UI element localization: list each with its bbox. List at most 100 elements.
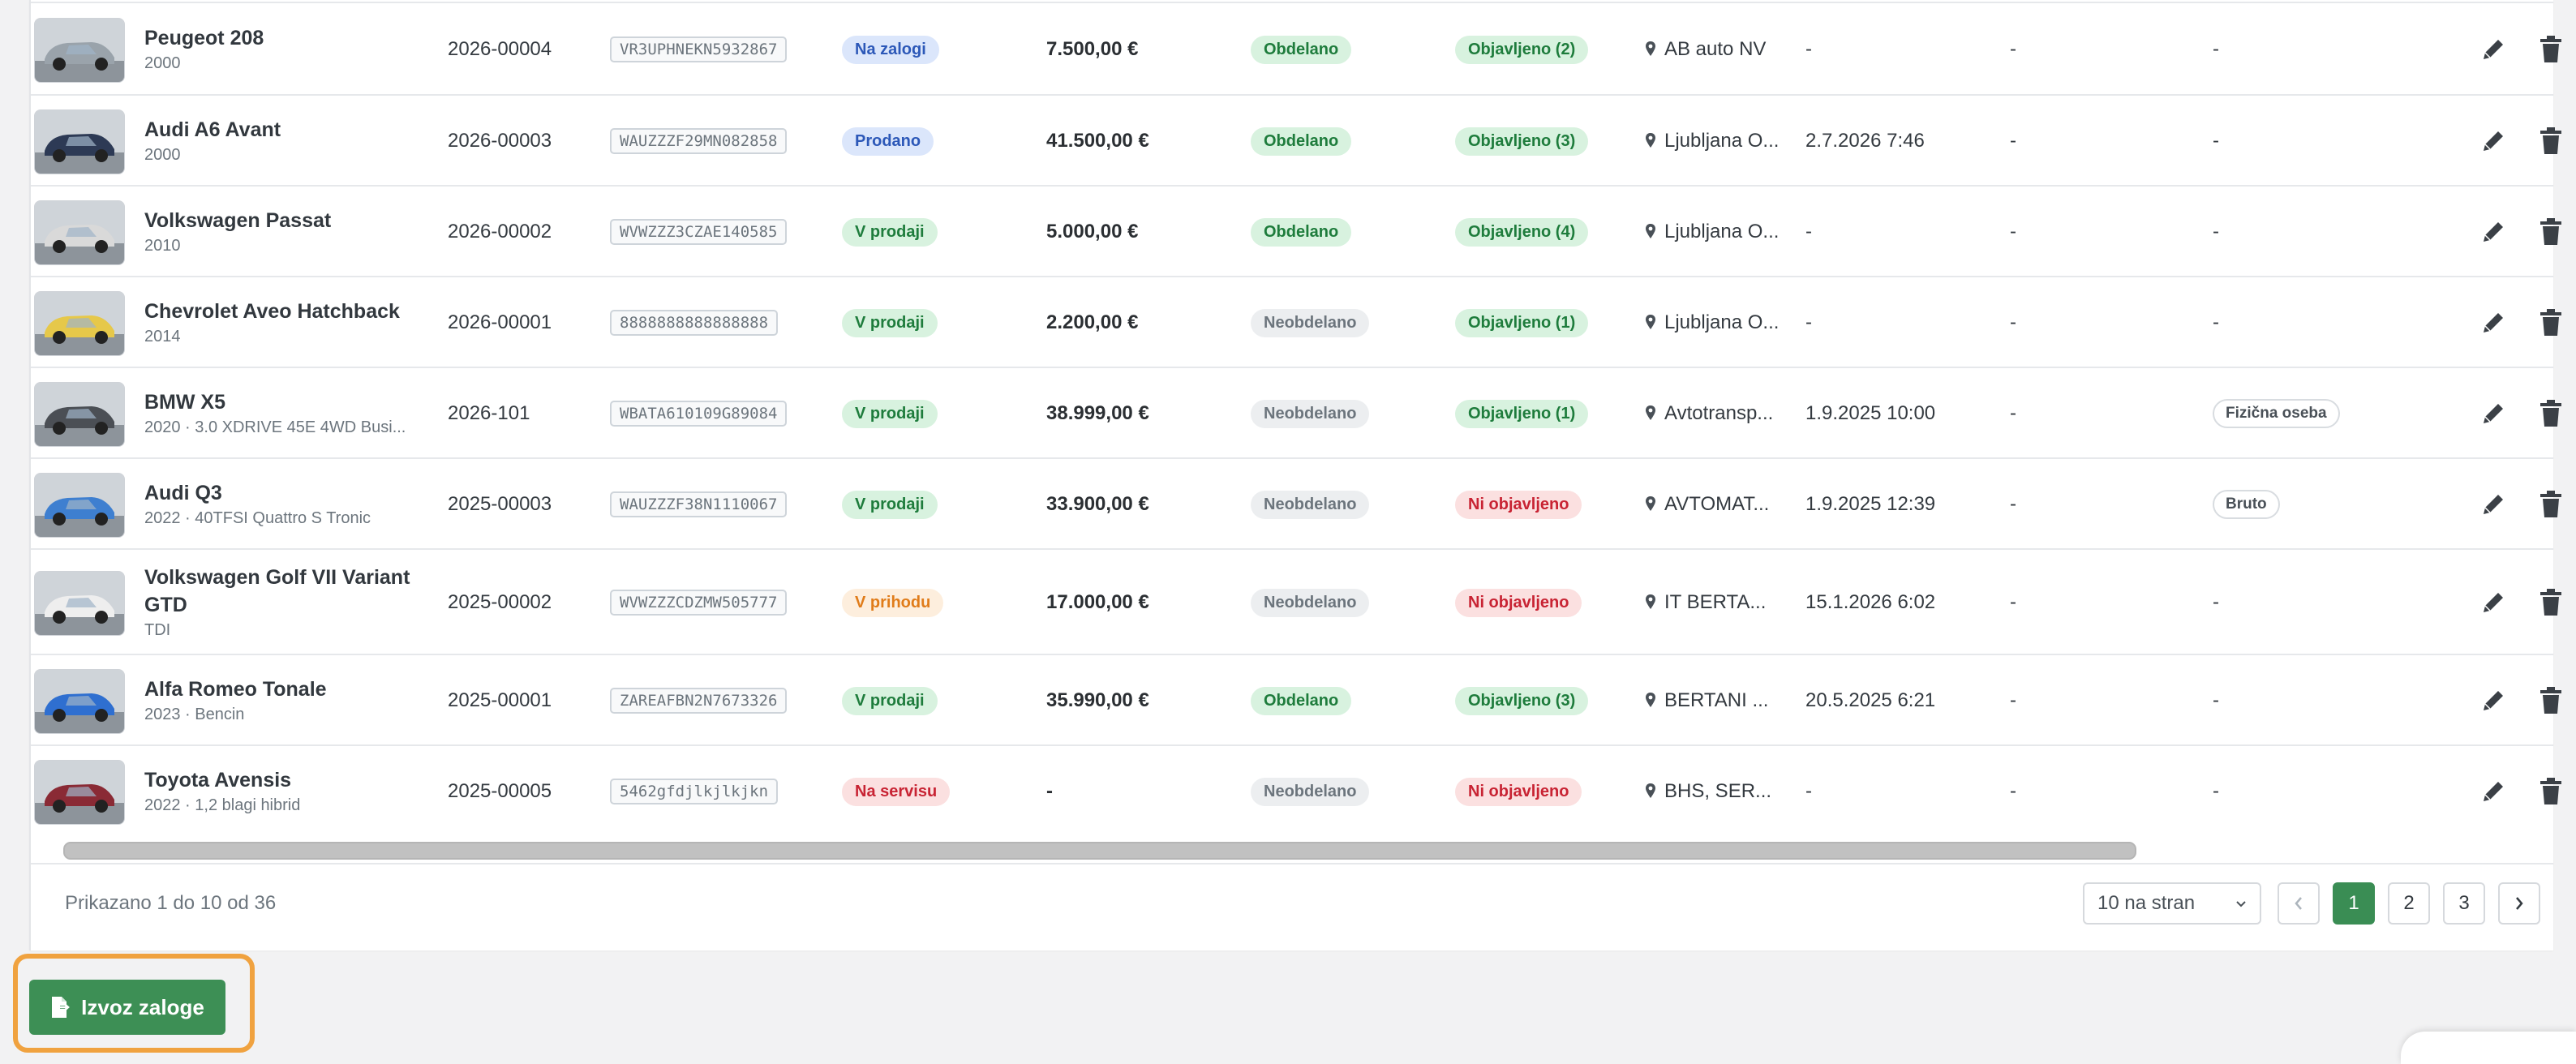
vehicle-name[interactable]: BMW X5 [144, 388, 420, 416]
extra-value: - [2213, 311, 2219, 333]
location-cell: AVTOMAT... [1645, 493, 1769, 516]
edit-button[interactable] [2479, 127, 2508, 156]
pencil-icon [2484, 593, 2503, 612]
table-cell: 2025-00001 [448, 655, 552, 746]
table-cell: - [2213, 655, 2219, 746]
vehicle-name-cell[interactable]: Peugeot 208 2000 [144, 3, 420, 96]
edit-button[interactable] [2479, 308, 2508, 337]
table-cell: - [2213, 746, 2219, 837]
table-footer-divider [31, 863, 2553, 865]
processing-badge: Neobdelano [1251, 399, 1370, 428]
table-row[interactable]: Toyota Avensis 2022 · 1,2 blagi hibrid 202… [31, 744, 2561, 837]
table-row[interactable]: Chevrolet Aveo Hatchback 2014 2026-00001 88… [31, 276, 2561, 368]
vehicle-name[interactable]: Chevrolet Aveo Hatchback [144, 298, 420, 325]
table-row[interactable]: Audi Q3 2022 · 40TFSI Quattro S Tronic 202… [31, 457, 2561, 550]
delete-button[interactable] [2539, 490, 2563, 519]
edit-button[interactable] [2479, 777, 2508, 806]
next-page-button[interactable] [2498, 882, 2540, 925]
vehicle-name[interactable]: Audi Q3 [144, 479, 420, 507]
edit-button[interactable] [2479, 490, 2508, 519]
vehicle-name[interactable]: Audi A6 Avant [144, 116, 420, 144]
price-value: 41.500,00 € [1046, 130, 1149, 152]
extra-value: - [2010, 311, 2016, 333]
vehicle-name-cell[interactable]: Audi A6 Avant 2000 [144, 96, 420, 187]
delete-button[interactable] [2539, 35, 2563, 64]
table-cell: - [2213, 3, 2219, 96]
page-button-3[interactable]: 3 [2443, 882, 2485, 925]
table-cell: AVTOMAT... [1645, 459, 1769, 550]
delete-button[interactable] [2539, 308, 2563, 337]
location-name: Avtotransp... [1664, 402, 1774, 424]
extra-value: - [2010, 130, 2016, 152]
extra-value: - [2010, 221, 2016, 242]
price-value: 38.999,00 € [1046, 402, 1149, 424]
table-cell: 20.5.2025 6:21 [1805, 655, 1935, 746]
vin-code: WAUZZZF38N1110067 [610, 491, 788, 517]
edit-button[interactable] [2479, 588, 2508, 617]
map-pin-icon [1646, 496, 1655, 511]
date-value: 20.5.2025 6:21 [1805, 689, 1936, 711]
processing-badge: Obdelano [1251, 35, 1352, 64]
vehicle-photo-image [35, 292, 124, 355]
vehicle-name[interactable]: Toyota Avensis [144, 766, 420, 794]
vehicle-name[interactable]: Peugeot 208 [144, 24, 420, 52]
extra-value: - [2213, 780, 2219, 802]
table-cell: 2.7.2026 7:46 [1805, 96, 1925, 187]
horizontal-scrollbar[interactable] [63, 842, 2136, 860]
delete-button[interactable] [2539, 127, 2563, 156]
trash-icon [2540, 218, 2561, 245]
table-cell: 2.200,00 € [1046, 277, 1138, 368]
vin-code: WBATA610109G89084 [610, 401, 788, 427]
vehicle-name-cell[interactable]: BMW X5 2020 · 3.0 XDRIVE 45E 4WD Busi... [144, 368, 420, 459]
vehicle-name[interactable]: Volkswagen Golf VII Variant GTD [144, 564, 420, 619]
table-cell: - [2010, 3, 2016, 96]
edit-button[interactable] [2479, 35, 2508, 64]
floating-widget-corner[interactable] [2401, 1032, 2576, 1064]
vehicle-subtitle: 2014 [144, 328, 181, 345]
date-value: - [1805, 780, 1812, 802]
table-row[interactable]: BMW X5 2020 · 3.0 XDRIVE 45E 4WD Busi... 2… [31, 367, 2561, 459]
vehicle-name[interactable]: Volkswagen Passat [144, 207, 420, 234]
delete-button[interactable] [2539, 588, 2563, 617]
table-row[interactable]: Audi A6 Avant 2000 2026-00003 WAUZZZF29MN08… [31, 94, 2561, 187]
export-inventory-button[interactable]: Izvoz zaloge [29, 980, 225, 1035]
pencil-icon [2484, 131, 2503, 151]
table-cell: 2026-00003 [448, 96, 552, 187]
table-cell: WAUZZZF29MN082858 [610, 96, 788, 187]
pencil-icon [2484, 222, 2503, 242]
table-cell: 2026-00002 [448, 187, 552, 277]
delete-button[interactable] [2539, 399, 2563, 428]
page-button-2[interactable]: 2 [2388, 882, 2430, 925]
table-row[interactable]: Peugeot 208 2000 2026-00004 VR3UPHNEKN59328… [31, 2, 2561, 96]
stock-number: 2026-00004 [448, 38, 552, 60]
edit-button[interactable] [2479, 399, 2508, 428]
table-cell: - [2213, 277, 2219, 368]
table-row[interactable]: Alfa Romeo Tonale 2023 · Bencin 2025-00001… [31, 654, 2561, 746]
stock-number: 2026-00002 [448, 221, 552, 242]
publish-badge: Ni objavljeno [1455, 588, 1582, 617]
delete-button[interactable] [2539, 777, 2563, 806]
table-row[interactable]: Volkswagen Passat 2010 2026-00002 WVWZZZ3CZ… [31, 185, 2561, 277]
table-row[interactable]: Volkswagen Golf VII Variant GTD TDI 2025-0… [31, 548, 2561, 655]
prev-page-button[interactable] [2278, 882, 2320, 925]
table-cell: Obdelano [1251, 655, 1352, 746]
edit-button[interactable] [2479, 686, 2508, 715]
extra-value: - [2010, 591, 2016, 613]
vehicle-name-cell[interactable]: Chevrolet Aveo Hatchback 2014 [144, 277, 420, 368]
vehicle-name-cell[interactable]: Volkswagen Passat 2010 [144, 187, 420, 277]
delete-button[interactable] [2539, 686, 2563, 715]
vehicle-name-cell[interactable]: Volkswagen Golf VII Variant GTD TDI [144, 550, 420, 655]
vehicle-name-cell[interactable]: Alfa Romeo Tonale 2023 · Bencin [144, 655, 420, 746]
table-cell: 15.1.2026 6:02 [1805, 550, 1935, 655]
per-page-select[interactable]: 10 na stran [2083, 882, 2261, 925]
page-button-1[interactable]: 1 [2333, 882, 2375, 925]
location-cell: Ljubljana O... [1645, 311, 1779, 334]
edit-button[interactable] [2479, 217, 2508, 247]
vehicle-name-cell[interactable]: Audi Q3 2022 · 40TFSI Quattro S Tronic [144, 459, 420, 550]
vehicle-name[interactable]: Alfa Romeo Tonale [144, 676, 420, 703]
price-value: 35.990,00 € [1046, 689, 1149, 711]
delete-button[interactable] [2539, 217, 2563, 247]
vehicle-name-cell[interactable]: Toyota Avensis 2022 · 1,2 blagi hibrid [144, 746, 420, 837]
processing-badge: Neobdelano [1251, 490, 1370, 519]
vehicle-subtitle: 2000 [144, 146, 181, 164]
